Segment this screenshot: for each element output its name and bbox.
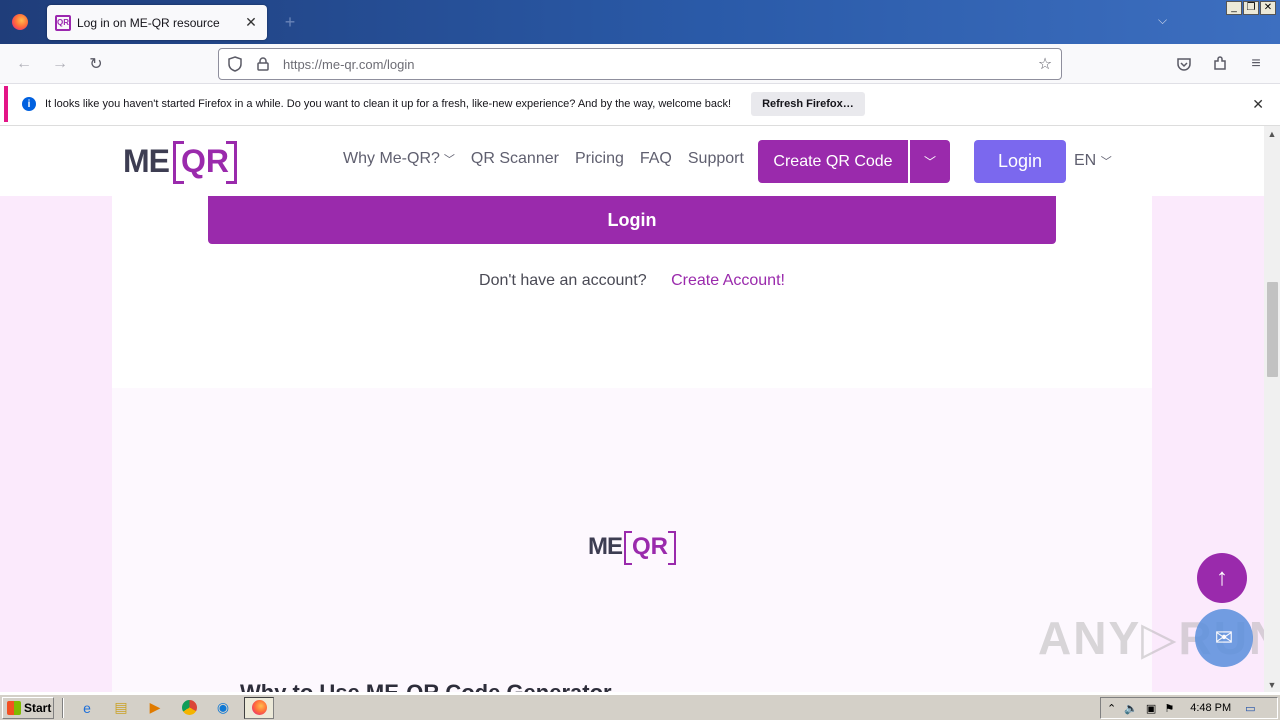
address-bar[interactable]: https://me-qr.com/login ☆ — [218, 48, 1062, 80]
volume-icon[interactable]: 🔈 — [1124, 702, 1138, 715]
url-host: https://me-qr.com — [283, 56, 384, 72]
firefox-taskbar-icon[interactable] — [244, 696, 274, 719]
window-controls: _ ❐ ✕ — [1226, 1, 1276, 15]
chevron-down-icon: ﹀ — [443, 154, 455, 166]
refresh-firefox-button[interactable]: Refresh Firefox… — [751, 92, 865, 116]
footer-logo-me-text: ME — [588, 533, 623, 560]
chevron-down-icon: ﹀ — [1100, 156, 1112, 168]
login-card: Login Don't have an account? Create Acco… — [112, 196, 1152, 388]
create-account-link[interactable]: Create Account! — [671, 272, 785, 289]
media-player-icon[interactable]: ▶ — [144, 697, 166, 719]
language-label: EN — [1074, 152, 1097, 169]
footer-meqr-logo[interactable]: ME QR — [588, 531, 676, 565]
tracking-shield-icon[interactable] — [225, 54, 245, 74]
menu-why-meqr[interactable]: Why Me-QR? ﹀ — [343, 150, 455, 168]
footer-logo-qr-text: QR — [624, 531, 676, 565]
forward-icon[interactable]: → — [50, 54, 70, 74]
edge-icon[interactable]: ◉ — [212, 697, 234, 719]
main-menu: Why Me-QR? ﹀ QR Scanner Pricing FAQ Suppo… — [343, 150, 744, 168]
minimize-button[interactable]: _ — [1226, 1, 1242, 15]
info-icon: i — [22, 97, 36, 111]
show-desktop-icon[interactable]: ▭ — [1245, 702, 1255, 715]
menu-qr-scanner[interactable]: QR Scanner — [471, 150, 559, 168]
scroll-to-top-arrow-icon[interactable]: ↑ — [1197, 553, 1247, 603]
taskbar-separator — [62, 697, 64, 718]
create-qr-dropdown-chevron-icon[interactable]: ﹀ — [910, 140, 950, 183]
start-label: Start — [24, 700, 52, 715]
scroll-down-arrow-icon[interactable]: ▼ — [1264, 677, 1280, 692]
tab-favicon-icon: QR — [55, 14, 71, 31]
logo-me-text: ME — [123, 142, 170, 179]
tray-expand-icon[interactable]: ⌃ — [1107, 702, 1116, 715]
site-header: ME QR Why Me-QR? ﹀ QR Scanner Pricing FAQ… — [0, 126, 1264, 196]
browser-tab-bar: QR Log in on ME-QR resource ✕ + ⌵ _ ❐ ✕ — [0, 0, 1280, 44]
notification-close-icon[interactable]: ✕ — [1252, 96, 1264, 113]
tab-login[interactable]: QR Log in on ME-QR resource ✕ — [47, 5, 267, 40]
windows-logo-icon — [7, 700, 21, 715]
login-submit-button[interactable]: Login — [208, 196, 1056, 244]
bookmark-star-icon[interactable]: ☆ — [1035, 54, 1055, 74]
page-footer-section: ME QR Why to Use ME-QR Code Generator — [112, 388, 1152, 692]
no-account-text: Don't have an account? — [479, 272, 647, 289]
flag-icon[interactable]: ⚑ — [1164, 702, 1174, 715]
firefox-notification-bar: i It looks like you haven't started Fire… — [4, 86, 1276, 122]
new-tab-icon[interactable]: + — [280, 12, 300, 32]
url-text[interactable]: https://me-qr.com/login — [283, 57, 1035, 72]
back-icon[interactable]: ← — [14, 54, 34, 74]
scroll-up-arrow-icon[interactable]: ▲ — [1264, 126, 1280, 142]
tab-title: Log in on ME-QR resource — [77, 15, 220, 30]
header-login-button[interactable]: Login — [974, 140, 1066, 183]
restore-button[interactable]: ❐ — [1243, 1, 1259, 15]
internet-explorer-icon[interactable]: e — [76, 697, 98, 719]
lock-icon[interactable] — [253, 54, 273, 74]
page-viewport: ME QR Why Me-QR? ﹀ QR Scanner Pricing FAQ… — [0, 125, 1280, 692]
navigation-toolbar: ← → ↻ https://me-qr.com/login ☆ ≡ — [0, 44, 1280, 84]
close-window-button[interactable]: ✕ — [1260, 1, 1276, 15]
mail-envelope-icon[interactable]: ✉ — [1195, 609, 1253, 667]
start-button[interactable]: Start — [2, 696, 54, 719]
tab-list-chevron-icon[interactable]: ⌵ — [1158, 13, 1167, 28]
extensions-icon[interactable] — [1210, 54, 1230, 74]
scroll-thumb[interactable] — [1267, 282, 1278, 377]
hamburger-menu-icon[interactable]: ≡ — [1246, 54, 1266, 74]
tab-close-icon[interactable]: ✕ — [241, 13, 261, 33]
file-explorer-icon[interactable]: ▤ — [110, 697, 132, 719]
clock[interactable]: 4:48 PM — [1190, 702, 1231, 714]
network-icon[interactable]: ▣ — [1146, 702, 1156, 715]
menu-support[interactable]: Support — [688, 150, 744, 168]
url-path: /login — [383, 56, 415, 72]
create-qr-code-button[interactable]: Create QR Code — [758, 140, 908, 183]
notification-text: It looks like you haven't started Firefo… — [45, 98, 732, 110]
page-scrollbar[interactable]: ▲ ▼ — [1264, 126, 1280, 692]
menu-why-meqr-label: Why Me-QR? — [343, 150, 440, 167]
windows-taskbar: Start e ▤ ▶ ◉ ⌃ 🔈 ▣ ⚑ 4:48 PM ▭ — [0, 694, 1280, 720]
footer-heading: Why to Use ME-QR Code Generator — [240, 680, 612, 692]
chrome-icon[interactable] — [178, 697, 200, 719]
reload-icon[interactable]: ↻ — [86, 54, 106, 74]
create-account-line: Don't have an account? Create Account! — [112, 272, 1152, 290]
firefox-menu-icon[interactable] — [8, 10, 32, 34]
language-selector[interactable]: EN ﹀ — [1074, 152, 1112, 170]
system-tray: ⌃ 🔈 ▣ ⚑ 4:48 PM ▭ — [1100, 697, 1278, 719]
menu-faq[interactable]: FAQ — [640, 150, 672, 168]
logo-qr-text: QR — [173, 140, 237, 184]
menu-pricing[interactable]: Pricing — [575, 150, 624, 168]
pocket-icon[interactable] — [1174, 54, 1194, 74]
meqr-logo[interactable]: ME QR — [123, 138, 237, 184]
